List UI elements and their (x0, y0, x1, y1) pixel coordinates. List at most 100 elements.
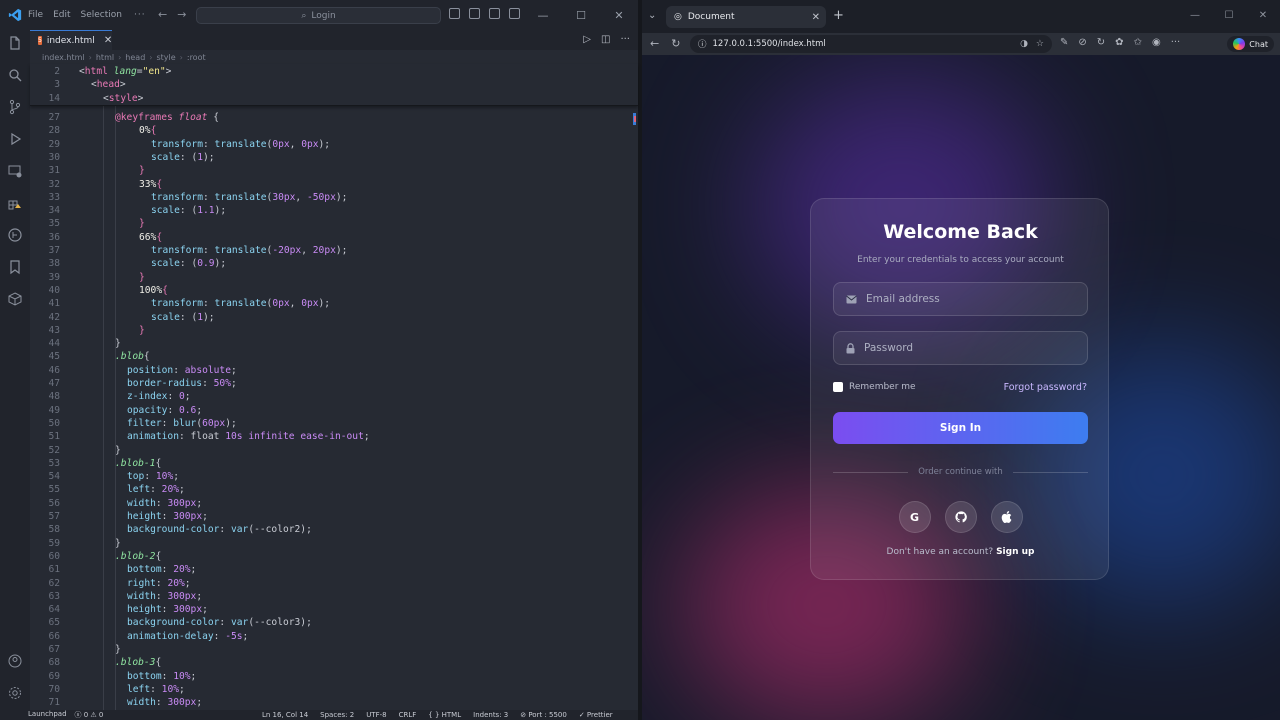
address-bar[interactable]: ⓘ 127.0.0.1:5500/index.html ◑ ☆ (690, 35, 1052, 53)
apple-login-button[interactable] (990, 501, 1023, 533)
more-actions-icon[interactable]: ··· (620, 34, 630, 45)
github-login-button[interactable] (944, 501, 977, 533)
search-sidebar-icon[interactable] (6, 66, 24, 84)
explorer-icon[interactable] (6, 34, 24, 52)
remember-me[interactable]: Remember me (833, 382, 916, 392)
code-line[interactable]: 28 0%{ (30, 124, 630, 137)
code-line[interactable]: 71 width: 300px; (30, 696, 630, 709)
code-line[interactable]: 54 top: 10%; (30, 470, 630, 483)
breadcrumb-file[interactable]: index.html (42, 53, 85, 62)
account-icon[interactable] (6, 652, 24, 670)
code-line[interactable]: 47 border-radius: 50%; (30, 377, 630, 390)
code-line[interactable]: 69 bottom: 10%; (30, 670, 630, 683)
extensions-puzzle-icon[interactable]: ✿ (1115, 37, 1123, 48)
code-line[interactable]: 45 .blob{ (30, 350, 630, 363)
breadcrumb-head[interactable]: head (125, 53, 145, 62)
code-line[interactable]: 42 scale: (1); (30, 311, 630, 324)
code-line[interactable]: 31} (30, 164, 630, 177)
sticky-scroll-header[interactable]: 2 <html lang="en"> 3 <head> 14 <style> (30, 64, 638, 106)
source-control-icon[interactable] (6, 98, 24, 116)
extension-android-icon[interactable]: ◉ (1152, 37, 1161, 48)
password-field[interactable] (833, 331, 1088, 365)
new-tab-icon[interactable]: + (833, 8, 844, 23)
menu-edit[interactable]: Edit (53, 10, 70, 20)
run-debug-icon[interactable] (6, 130, 24, 148)
code-line[interactable]: 60 .blob-2{ (30, 550, 630, 563)
code-line[interactable]: 63 width: 300px; (30, 590, 630, 603)
cursor-position[interactable]: Ln 16, Col 14 (262, 711, 308, 719)
layout-sidebar-icon[interactable] (449, 8, 460, 19)
code-line[interactable]: 36 66%{ (30, 231, 630, 244)
close-window-icon[interactable]: ✕ (1246, 0, 1280, 30)
breadcrumb-style[interactable]: style (156, 53, 175, 62)
close-tab-icon[interactable]: ✕ (812, 12, 820, 23)
code-line[interactable]: 43} (30, 324, 630, 337)
problems-status[interactable]: ⓧ 0 ⚠ 0 (75, 710, 104, 720)
menu-selection[interactable]: Selection (81, 10, 122, 20)
code-line[interactable]: 35} (30, 217, 630, 230)
code-line[interactable]: 61 bottom: 20%; (30, 563, 630, 576)
sign-in-button[interactable]: Sign In (833, 412, 1088, 444)
indent-spaces[interactable]: Spaces: 2 (320, 711, 354, 719)
close-window-icon[interactable]: ✕ (600, 0, 638, 30)
code-line[interactable]: 56 width: 300px; (30, 497, 630, 510)
extensions-icon[interactable] (6, 194, 24, 212)
refresh-extension-icon[interactable]: ↻ (1097, 37, 1105, 48)
code-editor[interactable]: 2 <html lang="en"> 3 <head> 14 <style> 27 @key… (30, 64, 638, 710)
code-line[interactable]: 14 <style> (30, 92, 630, 105)
code-line[interactable]: 67} (30, 643, 630, 656)
close-tab-icon[interactable]: ✕ (104, 35, 112, 46)
live-server-port[interactable]: ⊘ Port : 5500 (520, 711, 567, 719)
language-mode[interactable]: { } HTML (428, 711, 461, 719)
launchpad-status[interactable]: Launchpad (28, 710, 67, 720)
code-line[interactable]: 52} (30, 444, 630, 457)
bookmark-icon[interactable] (6, 258, 24, 276)
copilot-chat-button[interactable]: Chat (1227, 36, 1274, 52)
code-line[interactable]: 41 transform: translate(0px, 0px); (30, 297, 630, 310)
code-line[interactable]: 49 opacity: 0.6; (30, 404, 630, 417)
sign-up-link[interactable]: Sign up (996, 547, 1034, 557)
code-line[interactable]: 51 animation: float 10s infinite ease-in-… (30, 430, 630, 443)
extension-block-icon[interactable]: ⊘ (1078, 37, 1086, 48)
code-line[interactable]: 68 .blob-3{ (30, 656, 630, 669)
translate-icon[interactable]: ◑ (1020, 39, 1028, 49)
code-line[interactable]: 32 33%{ (30, 178, 630, 191)
maximize-icon[interactable]: ☐ (562, 0, 600, 30)
code-line[interactable]: 65 background-color: var(--color3); (30, 616, 630, 629)
code-line[interactable]: 37 transform: translate(-20px, 20px); (30, 244, 630, 257)
code-line[interactable]: 58 background-color: var(--color2); (30, 523, 630, 536)
code-line[interactable]: 66 animation-delay: -5s; (30, 630, 630, 643)
menu-file[interactable]: File (28, 10, 43, 20)
code-line[interactable]: 34 scale: (1.1); (30, 204, 630, 217)
code-line[interactable]: 53 .blob-1{ (30, 457, 630, 470)
code-line[interactable]: 62 right: 20%; (30, 577, 630, 590)
code-line[interactable]: 40 100%{ (30, 284, 630, 297)
forward-arrow-icon[interactable]: → (177, 8, 186, 21)
browser-tab-document[interactable]: ◎ Document ✕ (666, 6, 826, 28)
code-line[interactable]: 55 left: 20%; (30, 483, 630, 496)
code-line[interactable]: 38 scale: (0.9); (30, 257, 630, 270)
back-arrow-icon[interactable]: ← (158, 8, 167, 21)
maximize-icon[interactable]: ☐ (1212, 0, 1246, 30)
code-line[interactable]: 70 left: 10%; (30, 683, 630, 696)
settings-gear-icon[interactable] (6, 684, 24, 702)
code-line[interactable]: 57 height: 300px; (30, 510, 630, 523)
run-icon[interactable]: ▷ (583, 34, 591, 45)
code-line[interactable]: 29 transform: translate(0px, 0px); (30, 138, 630, 151)
code-line[interactable]: 64 height: 300px; (30, 603, 630, 616)
reload-icon[interactable]: ↻ (671, 37, 680, 50)
code-line[interactable]: 2 <html lang="en"> (30, 65, 630, 78)
breadcrumb-root[interactable]: :root (187, 53, 206, 62)
breadcrumb-html[interactable]: html (96, 53, 114, 62)
tab-index-html[interactable]: 5 index.html ✕ (30, 30, 112, 50)
code-line[interactable]: 46 position: absolute; (30, 364, 630, 377)
code-line[interactable]: 3 <head> (30, 78, 630, 91)
indents-status[interactable]: Indents: 3 (473, 711, 508, 719)
minimize-icon[interactable]: — (1178, 0, 1212, 30)
code-line[interactable]: 59} (30, 537, 630, 550)
github-actions-icon[interactable] (6, 226, 24, 244)
favorite-star-icon[interactable]: ☆ (1036, 39, 1044, 49)
email-input[interactable] (866, 293, 1066, 305)
minimize-icon[interactable]: — (524, 0, 562, 30)
tab-list-chevron-icon[interactable]: ⌄ (648, 10, 656, 21)
